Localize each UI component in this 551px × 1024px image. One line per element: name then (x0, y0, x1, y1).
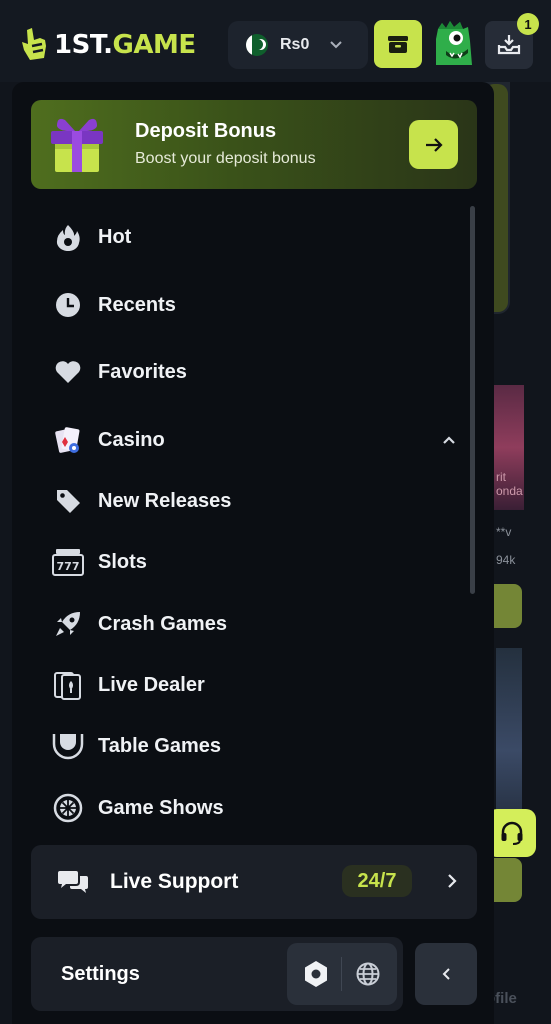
settings-panel[interactable]: Settings (31, 937, 403, 1011)
support-chat-button[interactable] (487, 809, 536, 857)
wallet-icon (388, 36, 408, 53)
sidebar-item-label: New Releases (98, 489, 232, 512)
sidebar-item-label: Recents (98, 293, 176, 316)
background-game-title: rit onda (496, 470, 523, 498)
sidebar-item-label: Slots (98, 550, 147, 573)
sidebar-item-slots[interactable]: 777 Slots (52, 542, 462, 582)
tag-icon (52, 485, 84, 517)
sidebar-item-label: Game Shows (98, 796, 224, 819)
wheel-icon (52, 792, 84, 824)
chevron-up-icon[interactable] (442, 432, 456, 450)
playing-cards-icon (52, 669, 84, 701)
chevron-right-icon (447, 873, 457, 894)
logo[interactable]: 1ST.GAME (18, 26, 196, 64)
headset-icon (501, 821, 522, 845)
sidebar-menu: Deposit Bonus Boost your deposit bonus H… (12, 82, 494, 1024)
monster-avatar-icon (436, 21, 472, 65)
deposit-bonus-banner[interactable]: Deposit Bonus Boost your deposit bonus (31, 100, 477, 189)
currency-balance: Rs0 (280, 36, 310, 53)
slot-machine-icon: 777 (52, 546, 84, 578)
sidebar-item-label: Favorites (98, 360, 187, 383)
sidebar-item-table-games[interactable]: Table Games (52, 726, 462, 766)
sidebar-item-new-releases[interactable]: New Releases (52, 481, 462, 521)
chevron-down-icon (329, 38, 343, 53)
chat-bubbles-icon (58, 871, 88, 893)
background-stat: **v (496, 525, 512, 539)
inbox-button[interactable]: 1 (485, 13, 539, 69)
sidebar-item-label: Table Games (98, 734, 222, 757)
hand-logo-icon (22, 28, 46, 60)
sidebar-item-label: Crash Games (98, 612, 227, 635)
background-play-button[interactable] (494, 858, 522, 902)
sidebar-scrollbar[interactable] (470, 206, 475, 594)
avatar[interactable] (430, 19, 478, 69)
chevron-left-icon (442, 968, 450, 980)
background-play-button[interactable] (494, 584, 522, 628)
clock-icon (52, 289, 84, 321)
sidebar-item-recents[interactable]: Recents (52, 285, 462, 325)
settings-label: Settings (61, 963, 140, 985)
sidebar-item-hot[interactable]: Hot (52, 217, 462, 257)
collapse-sidebar-button[interactable] (415, 943, 477, 1005)
globe-language-icon[interactable] (355, 961, 381, 992)
logo-text: 1ST.GAME (54, 30, 196, 60)
logo-suffix: GAME (112, 30, 196, 60)
availability-badge: 24/7 (342, 865, 412, 897)
sidebar-item-label: Casino (98, 428, 165, 451)
live-support-button[interactable]: Live Support 24/7 (31, 845, 477, 919)
inbox-download-icon (497, 35, 521, 55)
live-support-label: Live Support (110, 870, 239, 893)
table-icon (52, 730, 84, 762)
rocket-icon (52, 608, 84, 640)
casino-cards-icon (52, 424, 84, 456)
promo-subtitle: Boost your deposit bonus (135, 150, 316, 167)
background-stat: 94k (496, 553, 516, 567)
settings-toggle-group (287, 943, 397, 1005)
background-game-stats: **v 94k (496, 518, 515, 574)
hexagon-settings-icon[interactable] (303, 960, 329, 993)
toggle-divider (341, 957, 342, 991)
pakistan-flag-icon (246, 34, 268, 56)
promo-title: Deposit Bonus (135, 120, 277, 142)
fire-icon (52, 221, 84, 253)
wallet-button[interactable] (374, 20, 422, 68)
inbox-count-badge: 1 (517, 13, 539, 35)
svg-text:777: 777 (57, 560, 80, 573)
top-header: 1ST.GAME Rs0 1 (0, 0, 551, 82)
sidebar-item-live-dealer[interactable]: Live Dealer (52, 665, 462, 705)
sidebar-item-favorites[interactable]: Favorites (52, 352, 462, 392)
heart-icon (52, 356, 84, 388)
sidebar-item-label: Live Dealer (98, 673, 205, 696)
sidebar-item-game-shows[interactable]: Game Shows (52, 788, 462, 828)
sidebar-item-casino[interactable]: Casino (52, 420, 462, 460)
gift-icon (51, 118, 103, 172)
sidebar-item-crash-games[interactable]: Crash Games (52, 604, 462, 644)
currency-selector[interactable]: Rs0 (228, 21, 368, 69)
sidebar-item-label: Hot (98, 225, 132, 248)
arrow-right-icon (425, 137, 443, 152)
logo-prefix: 1ST. (54, 30, 113, 60)
promo-go-button[interactable] (409, 120, 458, 169)
